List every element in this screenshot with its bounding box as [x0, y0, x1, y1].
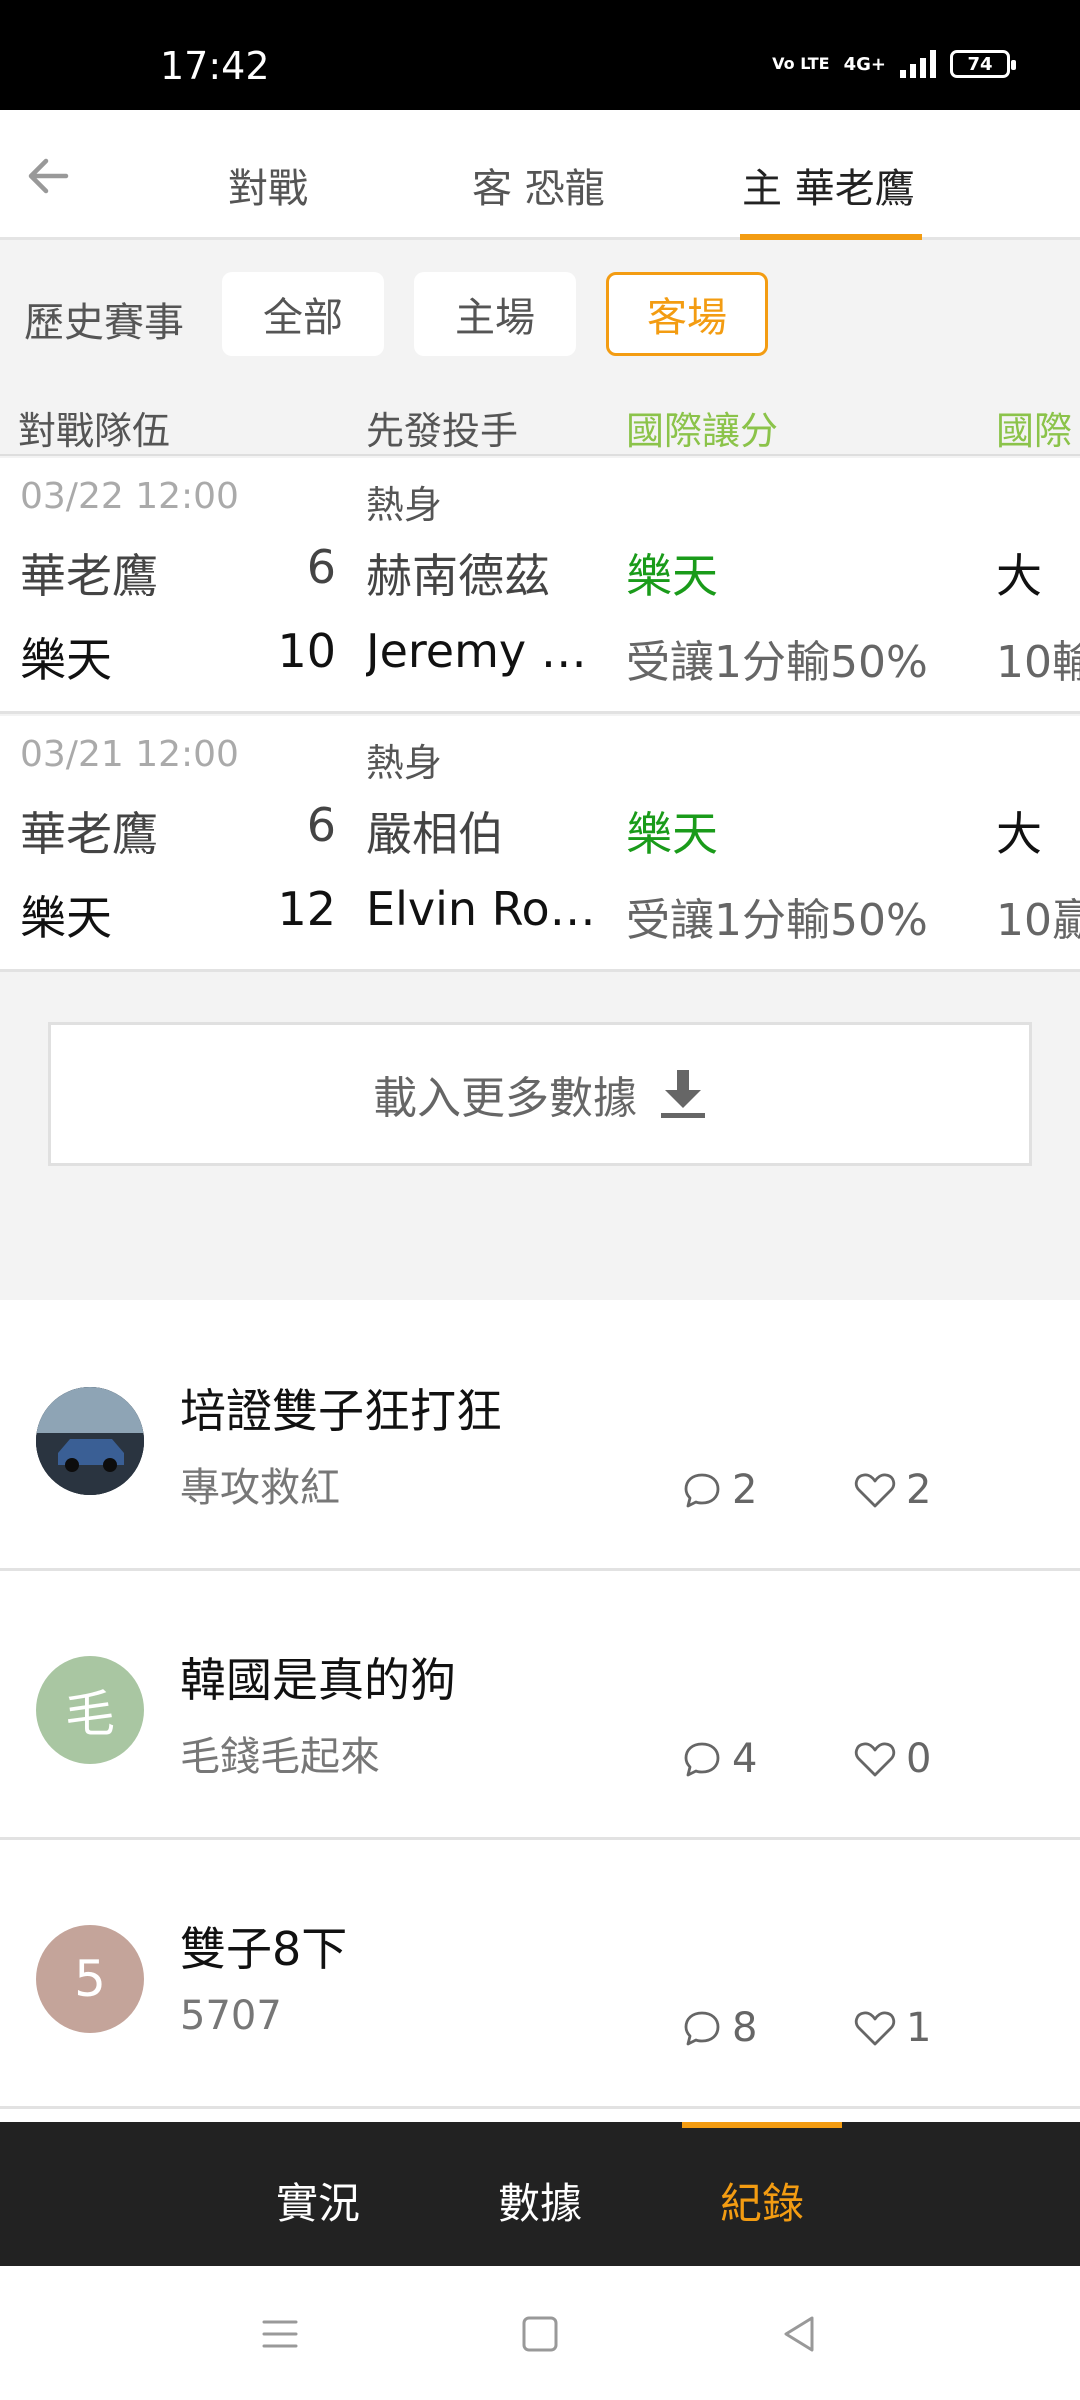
heart-icon [854, 1473, 896, 1508]
download-icon [661, 1070, 705, 1118]
status-bar: 17:42 Vo LTE 4G+ 74 [0, 0, 1080, 110]
post-item[interactable]: 5 雙子8下 5707 8 1 [0, 1841, 1080, 2109]
match-type: 熱身 [366, 741, 443, 785]
team-a-score: 6 [306, 798, 336, 852]
team-a-pitcher: 赫南德茲 [366, 549, 550, 603]
like-count[interactable]: 1 [854, 2005, 931, 2051]
tab-matchup[interactable]: 對戰 [228, 156, 308, 214]
post-title: 韓國是真的狗 [180, 1653, 456, 1707]
post-author: 專攻救紅 [180, 1465, 340, 1511]
like-count-value: 2 [906, 1467, 932, 1513]
comment-count-value: 2 [732, 1467, 758, 1513]
load-more-label: 載入更多數據 [373, 1073, 637, 1124]
car-photo-avatar [36, 1387, 144, 1495]
team-b-pitcher: Jeremy B... [366, 624, 608, 678]
status-icons: Vo LTE 4G+ 74 [772, 50, 1016, 78]
match-date: 03/22 12:00 [20, 476, 239, 517]
tab-away-team[interactable]: 客 恐龍 [472, 156, 605, 214]
team-b-name: 樂天 [20, 633, 112, 687]
post-item[interactable]: 培證雙子狂打狂 專攻救紅 2 2 [0, 1303, 1080, 1571]
team-b-name: 樂天 [20, 891, 112, 945]
team-a-name: 華老鷹 [20, 807, 158, 861]
table-header: 對戰隊伍 先發投手 國際讓分 國際 [0, 390, 1080, 456]
avatar: 毛 [36, 1656, 144, 1764]
filter-home-button[interactable]: 主場 [414, 272, 576, 356]
top-nav: 對戰 客 恐龍 主 華老鷹 [0, 110, 1080, 240]
comment-icon [684, 2011, 720, 2046]
like-count[interactable]: 2 [854, 1467, 931, 1513]
post-item[interactable]: 毛 韓國是真的狗 毛錢毛起來 4 0 [0, 1572, 1080, 1840]
volte-icon: Vo LTE [772, 54, 830, 73]
back-icon[interactable] [776, 2310, 824, 2358]
match-row[interactable]: 03/21 12:00 熱身 華老鷹 6 嚴相伯 樂天 大 樂天 12 Elvi… [0, 716, 1080, 972]
heart-icon [854, 2011, 896, 2046]
post-title: 培證雙子狂打狂 [180, 1384, 502, 1438]
comment-count-value: 8 [732, 2005, 758, 2051]
post-title: 雙子8下 [180, 1922, 348, 1976]
header-over-under: 國際 [996, 409, 1073, 453]
header-handicap: 國際讓分 [626, 409, 779, 453]
heart-icon [854, 1742, 896, 1777]
battery-level: 74 [967, 53, 993, 75]
home-icon[interactable] [516, 2310, 564, 2358]
filter-away-button[interactable]: 客場 [606, 272, 768, 356]
match-row[interactable]: 03/22 12:00 熱身 華老鷹 6 赫南德茲 樂天 大 樂天 10 Jer… [0, 458, 1080, 714]
filter-label: 歷史賽事 [24, 300, 184, 346]
back-arrow-icon[interactable] [22, 150, 74, 202]
signal-icon [900, 50, 936, 78]
comment-count-value: 4 [732, 1736, 758, 1782]
over-under-result: 10輸 [996, 637, 1080, 688]
comment-icon [684, 1473, 720, 1508]
status-time: 17:42 [160, 44, 270, 88]
tab-home-team[interactable]: 主 華老鷹 [742, 156, 915, 214]
over-under-label: 大 [996, 807, 1042, 861]
battery-icon: 74 [950, 50, 1016, 78]
over-under-label: 大 [996, 549, 1042, 603]
load-more-button[interactable]: 載入更多數據 [48, 1022, 1032, 1166]
avatar [36, 1387, 144, 1495]
like-count-value: 0 [906, 1736, 932, 1782]
header-pitchers: 先發投手 [366, 409, 519, 453]
handicap-team: 樂天 [626, 807, 718, 861]
post-author: 5707 [180, 1993, 282, 2039]
comment-count[interactable]: 2 [682, 1467, 757, 1513]
match-type: 熱身 [366, 483, 443, 527]
tab-stats[interactable]: 數據 [498, 2170, 582, 2231]
like-count-value: 1 [906, 2005, 932, 2051]
bottom-tab-bar: 實況 數據 紀錄 [0, 2122, 1080, 2266]
match-date: 03/21 12:00 [20, 734, 239, 775]
menu-icon[interactable] [256, 2310, 304, 2358]
post-author: 毛錢毛起來 [180, 1734, 380, 1780]
team-b-score: 10 [277, 624, 336, 678]
handicap-team: 樂天 [626, 549, 718, 603]
avatar-initial: 5 [74, 1950, 106, 2008]
tab-live[interactable]: 實況 [276, 2170, 360, 2231]
handicap-result: 受讓1分輸50% [626, 895, 928, 946]
team-b-score: 12 [277, 882, 336, 936]
comment-count[interactable]: 8 [682, 2005, 757, 2051]
comment-count[interactable]: 4 [682, 1736, 757, 1782]
avatar-initial: 毛 [65, 1685, 115, 1743]
handicap-result: 受讓1分輸50% [626, 637, 928, 688]
active-bottom-tab-indicator [682, 2122, 842, 2128]
over-under-result: 10贏 [996, 895, 1080, 946]
system-nav-bar [0, 2266, 1080, 2400]
avatar: 5 [36, 1925, 144, 2033]
header-teams: 對戰隊伍 [18, 409, 171, 453]
like-count[interactable]: 0 [854, 1736, 931, 1782]
tab-records[interactable]: 紀錄 [720, 2170, 804, 2231]
comment-icon [684, 1742, 720, 1777]
network-type: 4G+ [843, 53, 886, 75]
team-a-score: 6 [306, 540, 336, 594]
team-b-pitcher: Elvin Rodr... [366, 882, 608, 936]
team-a-pitcher: 嚴相伯 [366, 807, 504, 861]
filter-all-button[interactable]: 全部 [222, 272, 384, 356]
team-a-name: 華老鷹 [20, 549, 158, 603]
